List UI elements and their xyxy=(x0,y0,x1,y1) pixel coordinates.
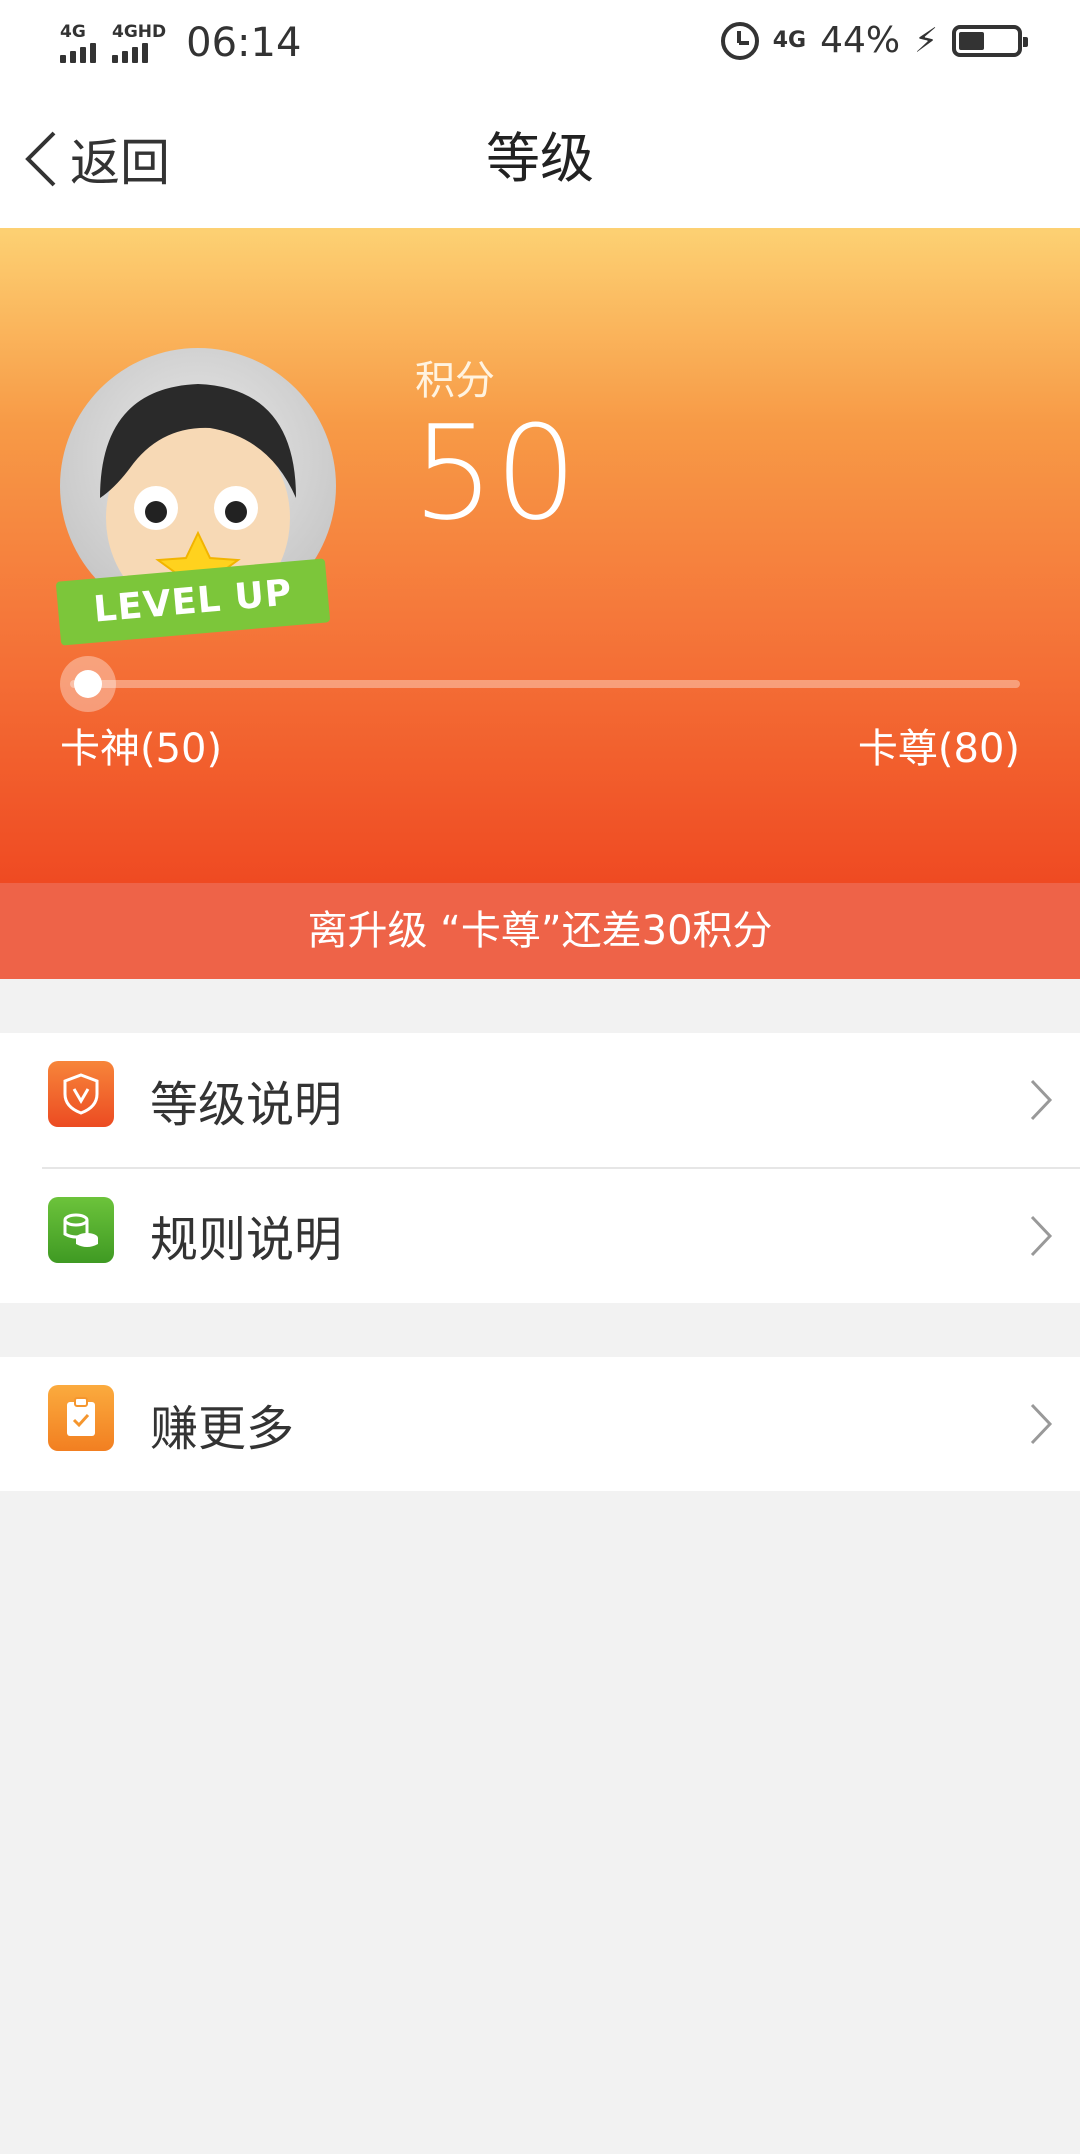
status-time: 06:14 xyxy=(186,20,302,66)
level-progress-track xyxy=(70,680,1020,688)
menu-item-level-description[interactable]: 等级说明 xyxy=(0,1033,1080,1167)
network-type: 4G xyxy=(772,27,807,53)
charging-icon: ⚡ xyxy=(914,20,938,61)
clipboard-check-icon xyxy=(48,1385,114,1451)
avatar: LEVEL UP xyxy=(55,348,340,668)
sim2-label: 4GHD xyxy=(112,22,167,42)
chevron-right-icon xyxy=(1030,1403,1053,1445)
chevron-right-icon xyxy=(1030,1079,1053,1121)
chevron-right-icon xyxy=(1030,1215,1053,1257)
menu-item-rules-description[interactable]: 规则说明 xyxy=(42,1167,1080,1301)
battery-fill xyxy=(959,31,984,50)
page-title: 等级 xyxy=(486,127,594,190)
upgrade-tip: 离升级 “卡尊”还差30积分 xyxy=(0,883,1080,979)
alarm-icon xyxy=(720,21,759,60)
menu-group-1: 等级说明 规则说明 xyxy=(0,1033,1080,1303)
shield-v-icon xyxy=(48,1061,114,1127)
menu-item-earn-more[interactable]: 赚更多 xyxy=(0,1357,1080,1491)
sim1-signal-icon: 4G xyxy=(60,23,96,63)
coins-icon xyxy=(48,1197,114,1263)
next-level-label: 卡尊(80) xyxy=(857,726,1020,772)
current-level-label: 卡神(50) xyxy=(60,726,223,772)
battery-icon xyxy=(952,24,1028,57)
status-bar: 4G 4GHD 06:14 4G 44% ⚡ xyxy=(0,0,1080,88)
level-header: LEVEL UP 积分 50 卡神(50) 卡尊(80) xyxy=(0,228,1080,883)
menu-item-label: 等级说明 xyxy=(150,1077,343,1133)
sim1-label: 4G xyxy=(60,22,86,42)
level-progress-knob xyxy=(60,656,116,712)
menu-item-label: 规则说明 xyxy=(150,1212,343,1268)
sim2-signal-icon: 4GHD xyxy=(112,23,166,63)
nav-bar: 返回 等级 xyxy=(0,88,1080,228)
menu-item-label: 赚更多 xyxy=(150,1401,295,1457)
points-value: 50 xyxy=(412,397,578,549)
battery-percent: 44% xyxy=(820,20,901,61)
menu-group-2: 赚更多 xyxy=(0,1357,1080,1491)
